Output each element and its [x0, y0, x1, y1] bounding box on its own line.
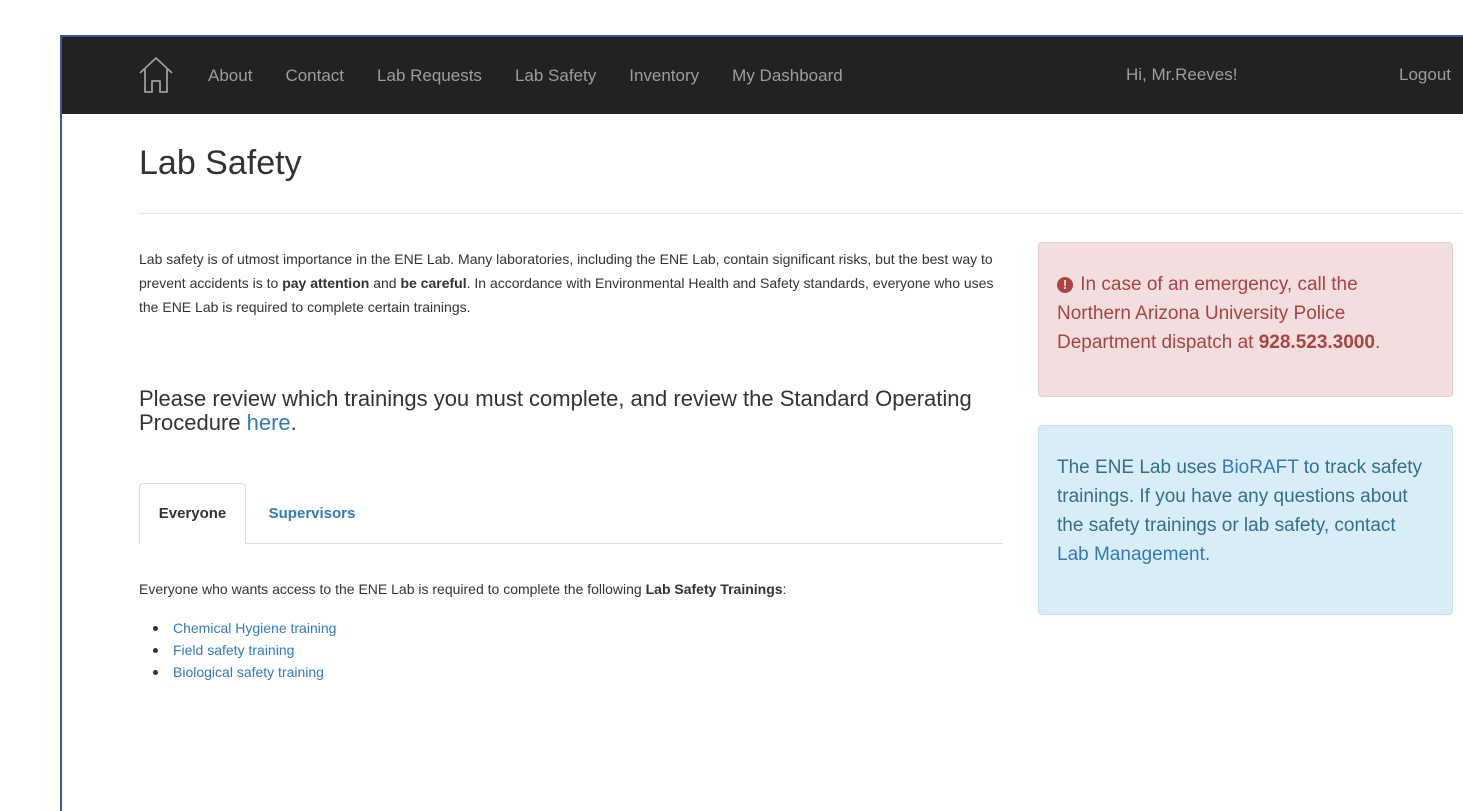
info-alert: The ENE Lab uses BioRAFT to track safety…: [1038, 425, 1453, 615]
intro-paragraph: Lab safety is of utmost importance in th…: [139, 247, 1009, 319]
tab-everyone[interactable]: Everyone: [139, 483, 246, 544]
title-divider: [139, 213, 1463, 214]
user-greeting: Hi, Mr.Reeves!: [1126, 65, 1238, 84]
lab-management-link[interactable]: Lab Management: [1057, 544, 1205, 565]
nav-item-inventory[interactable]: Inventory: [629, 66, 699, 86]
sop-here-link[interactable]: here: [247, 410, 291, 435]
emergency-phone: 928.523.3000: [1258, 332, 1375, 353]
intro-text-2: and: [369, 275, 401, 291]
bioraft-link[interactable]: BioRAFT: [1222, 457, 1299, 478]
logout-link[interactable]: Logout: [1399, 65, 1451, 85]
list-item: Chemical Hygiene training: [152, 617, 336, 639]
nav-item-contact[interactable]: Contact: [285, 66, 344, 86]
page-title: Lab Safety: [139, 144, 302, 182]
chemical-hygiene-training-link[interactable]: Chemical Hygiene training: [173, 620, 336, 636]
intro-bold-be-careful: be careful: [400, 275, 467, 291]
nav-item-lab-safety[interactable]: Lab Safety: [515, 66, 596, 86]
emergency-alert: ! In case of an emergency, call the Nort…: [1038, 242, 1453, 397]
everyone-bold: Lab Safety Trainings: [645, 581, 783, 597]
browser-viewport: About Contact Lab Requests Lab Safety In…: [60, 35, 1463, 811]
info-text-1: The ENE Lab uses: [1057, 457, 1222, 478]
nav-item-about[interactable]: About: [208, 66, 252, 86]
nav-item-lab-requests[interactable]: Lab Requests: [377, 66, 482, 86]
nav-item-my-dashboard[interactable]: My Dashboard: [732, 66, 843, 86]
everyone-end: :: [782, 581, 787, 597]
tabs-divider: [139, 543, 1003, 544]
biological-safety-training-link[interactable]: Biological safety training: [173, 664, 324, 680]
everyone-description: Everyone who wants access to the ENE Lab…: [139, 577, 1019, 601]
home-icon[interactable]: [138, 54, 174, 94]
trainings-list: Chemical Hygiene training Field safety t…: [139, 617, 336, 683]
info-end: .: [1204, 544, 1211, 565]
list-item: Biological safety training: [152, 661, 336, 683]
intro-bold-pay-attention: pay attention: [282, 275, 370, 291]
field-safety-training-link[interactable]: Field safety training: [173, 642, 294, 658]
exclamation-circle-icon: !: [1057, 277, 1073, 293]
list-item: Field safety training: [152, 639, 336, 661]
review-end: .: [290, 410, 297, 435]
nav-menu: About Contact Lab Requests Lab Safety In…: [208, 37, 876, 114]
tab-supervisors[interactable]: Supervisors: [252, 483, 372, 543]
everyone-text: Everyone who wants access to the ENE Lab…: [139, 581, 646, 597]
review-heading: Please review which trainings you must c…: [139, 387, 1009, 435]
emergency-end: .: [1374, 332, 1381, 353]
top-navbar: About Contact Lab Requests Lab Safety In…: [62, 37, 1463, 114]
